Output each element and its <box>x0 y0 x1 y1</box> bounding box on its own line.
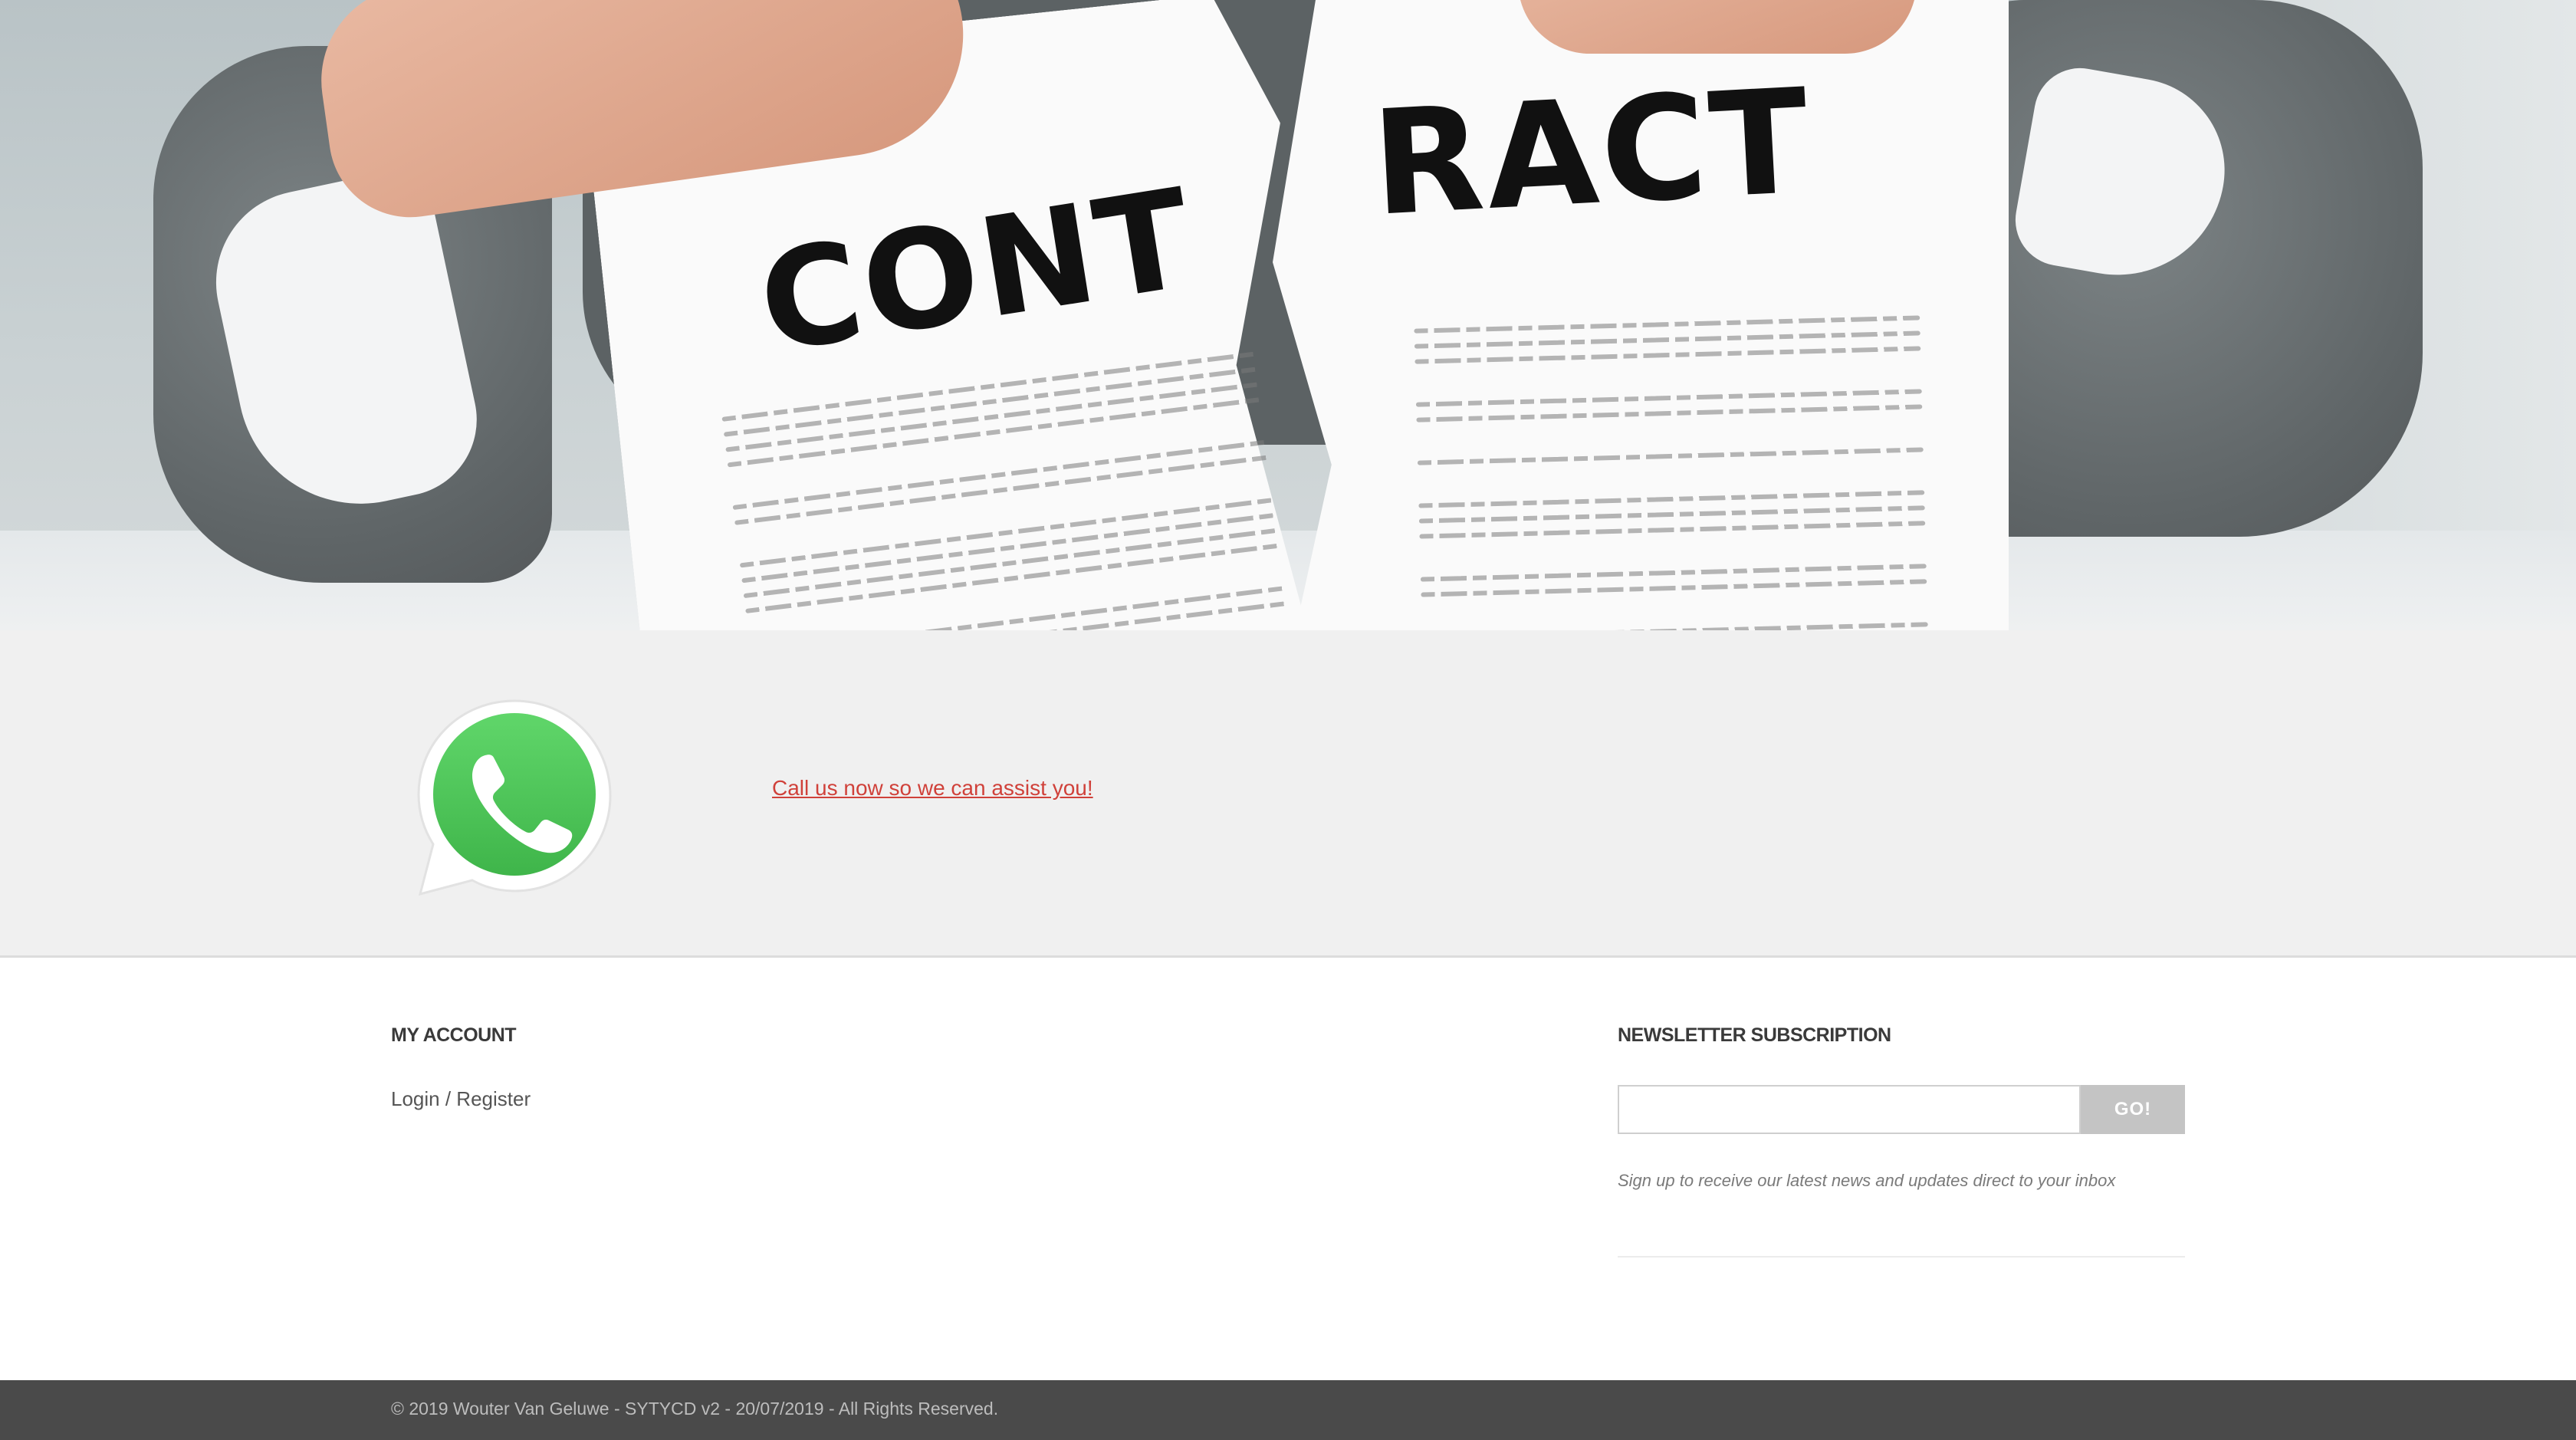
contract-text-right <box>1414 315 1928 630</box>
newsletter-help-text: Sign up to receive our latest news and u… <box>1618 1171 2116 1190</box>
contract-word-right: RACT <box>1368 58 1815 248</box>
call-to-action-band <box>0 630 2576 958</box>
copyright-text: © 2019 Wouter Van Geluwe - SYTYCD v2 - 2… <box>391 1399 999 1419</box>
my-account-title: MY ACCOUNT <box>391 1024 517 1046</box>
newsletter-title: NEWSLETTER SUBSCRIPTION <box>1618 1024 1891 1046</box>
hero-image: CONT RACT <box>0 0 2576 630</box>
login-register-link[interactable]: Login / Register <box>391 1087 531 1111</box>
whatsapp-icon[interactable] <box>412 696 616 900</box>
hero-right-hand <box>1518 0 1917 54</box>
newsletter-email-input[interactable] <box>1618 1085 2081 1134</box>
call-us-link[interactable]: Call us now so we can assist you! <box>772 776 1093 801</box>
newsletter-divider <box>1618 1256 2185 1258</box>
newsletter-go-button[interactable]: GO! <box>2081 1085 2185 1134</box>
footer-bar: © 2019 Wouter Van Geluwe - SYTYCD v2 - 2… <box>0 1380 2576 1440</box>
